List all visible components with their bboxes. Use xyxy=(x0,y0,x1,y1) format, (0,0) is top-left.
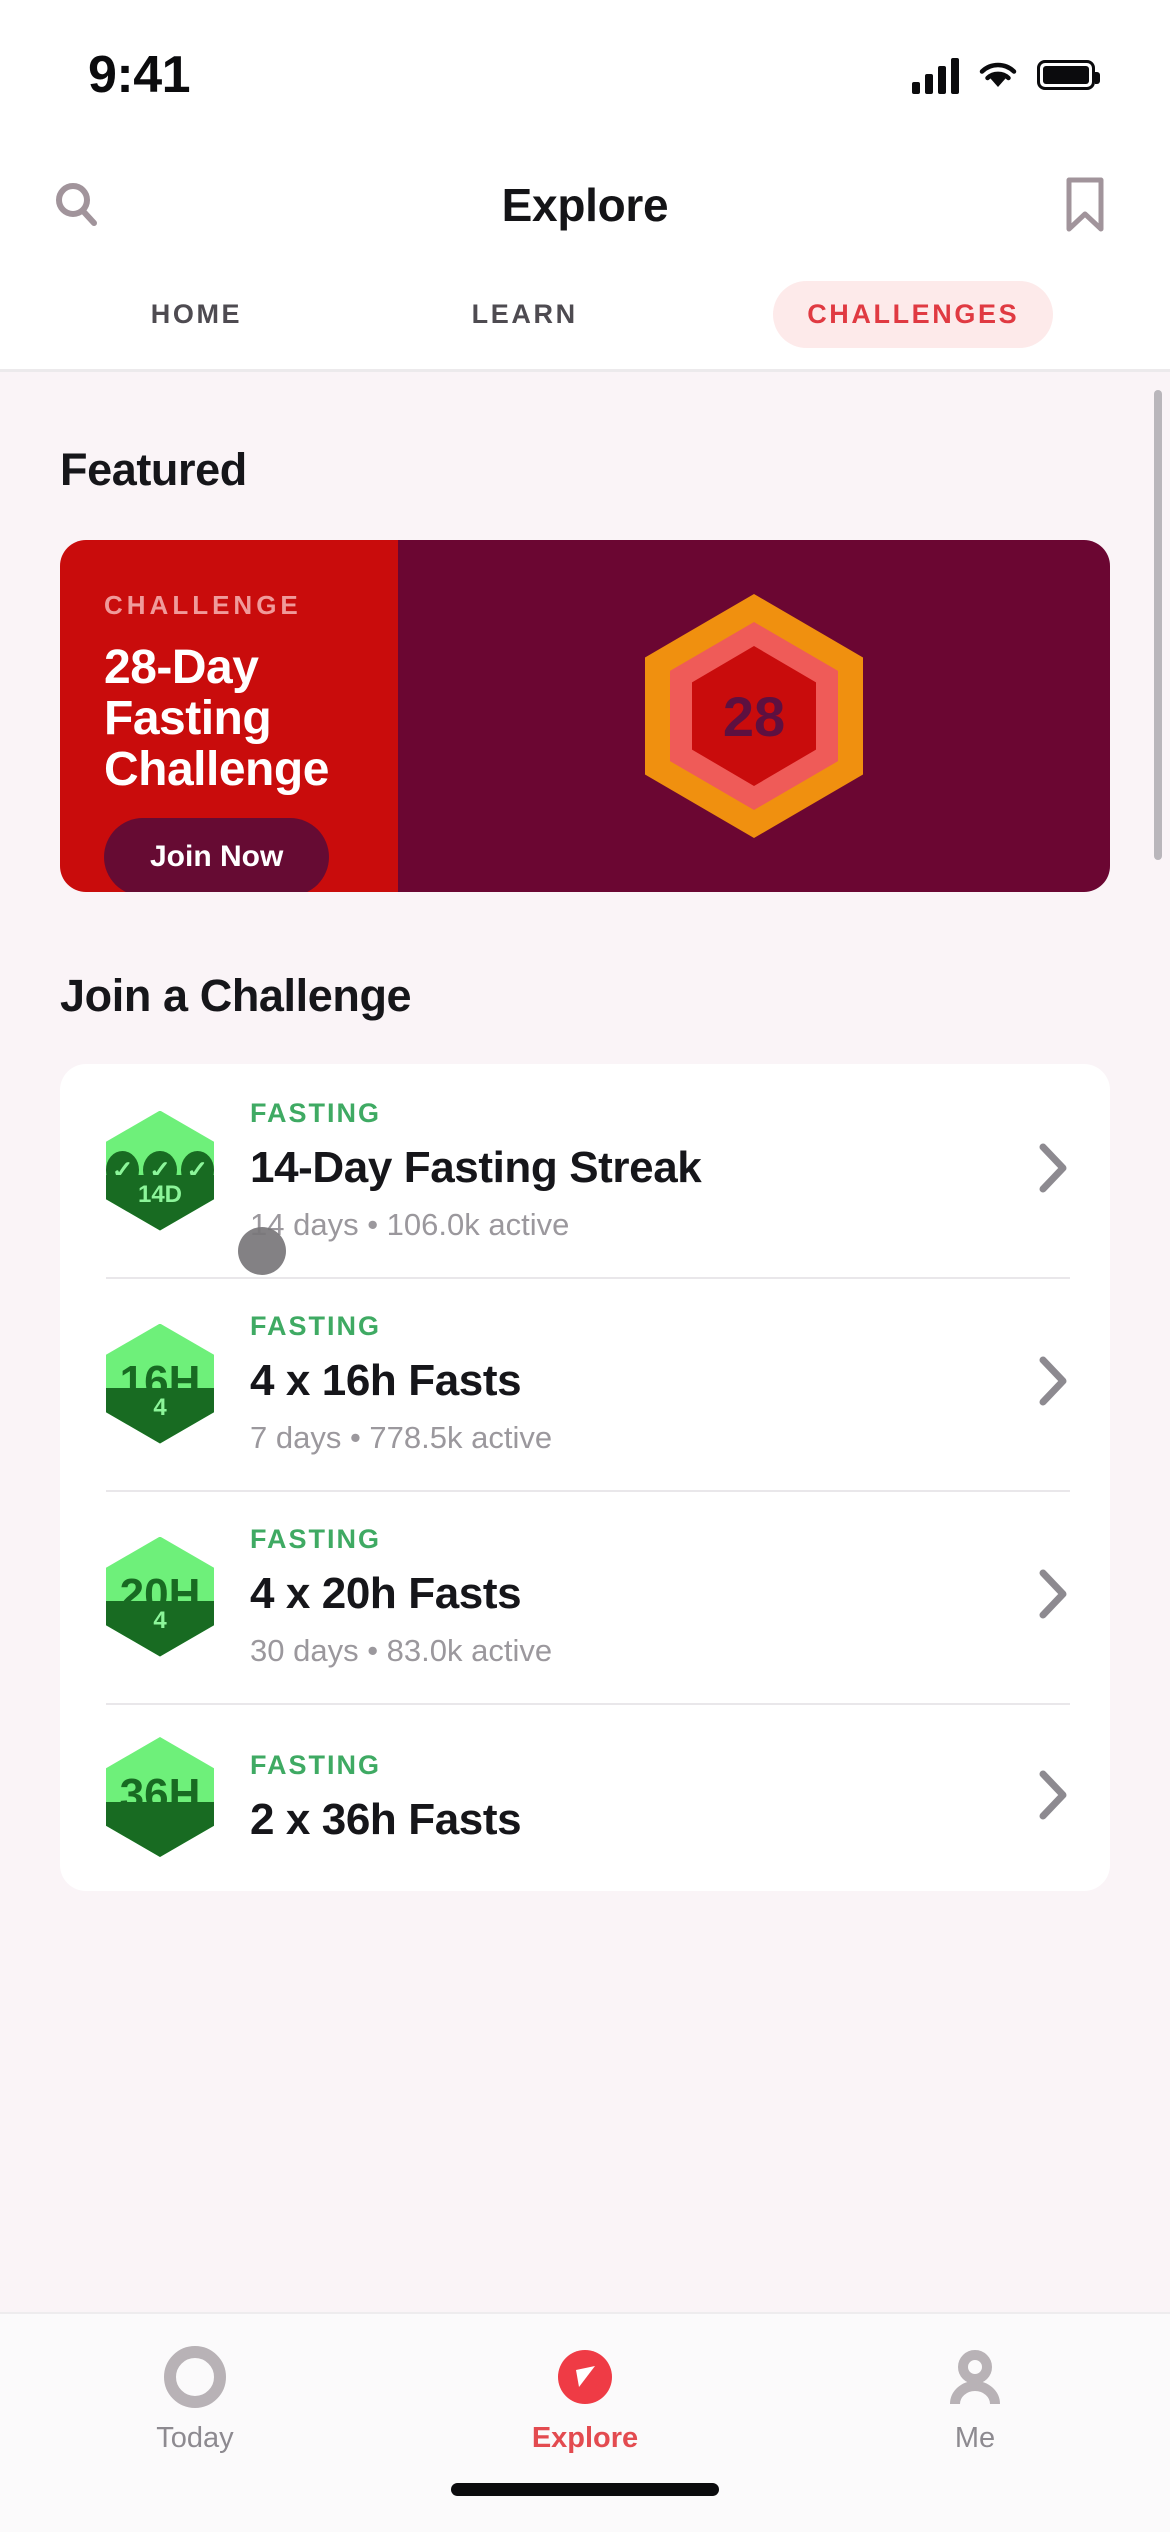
list-item[interactable]: 20H 4 FASTING 4 x 20h Fasts 30 days • 83… xyxy=(60,1490,1110,1703)
bottom-tab-today[interactable]: Today xyxy=(0,2346,390,2455)
wifi-icon xyxy=(979,62,1017,87)
featured-section: Featured CHALLENGE 28-Day Fasting Challe… xyxy=(0,372,1170,892)
home-indicator xyxy=(451,2483,719,2496)
signal-bars-icon xyxy=(912,56,959,94)
battery-full-icon xyxy=(1037,60,1100,90)
featured-card-left: CHALLENGE 28-Day Fasting Challenge Join … xyxy=(60,540,398,892)
bookmark-icon xyxy=(1066,177,1104,232)
list-item-meta: 7 days • 778.5k active xyxy=(250,1420,553,1455)
list-item[interactable]: 16H 4 FASTING 4 x 16h Fasts 7 days • 778… xyxy=(60,1277,1110,1490)
chevron-right-icon[interactable] xyxy=(1036,1567,1070,1626)
chevron-right-icon[interactable] xyxy=(1036,1768,1070,1827)
nav-bar: Explore xyxy=(0,150,1170,260)
featured-challenge-card[interactable]: CHALLENGE 28-Day Fasting Challenge Join … xyxy=(60,540,1110,892)
bookmark-button[interactable] xyxy=(1050,170,1120,240)
bottom-tab-label: Explore xyxy=(531,2422,639,2454)
bottom-tab-label: Me xyxy=(954,2422,996,2454)
scroll-content: Featured CHALLENGE 28-Day Fasting Challe… xyxy=(0,372,1170,2532)
tab-home[interactable]: HOME xyxy=(117,281,276,348)
list-item-text: FASTING 2 x 36h Fasts xyxy=(250,1750,1016,1845)
list-item-text: FASTING 14-Day Fasting Streak 14 days • … xyxy=(250,1098,1016,1243)
list-item-meta: 14 days • 106.0k active xyxy=(250,1207,570,1242)
bottom-tab-label: Today xyxy=(156,2422,234,2454)
challenge-badge-icon: ✓ ✓ ✓ 14D xyxy=(106,1110,214,1231)
tab-challenges[interactable]: CHALLENGES xyxy=(773,281,1054,348)
list-item-title: 14-Day Fasting Streak xyxy=(250,1143,702,1192)
badge-label: 4 xyxy=(153,1607,167,1635)
challenge-badge-icon: 36H xyxy=(106,1737,214,1857)
search-icon xyxy=(56,183,97,226)
badge-footer: 14D xyxy=(106,1175,214,1231)
list-item-text: FASTING 4 x 20h Fasts 30 days • 83.0k ac… xyxy=(250,1524,1016,1669)
status-bar: 9:41 xyxy=(0,0,1170,150)
badge-footer xyxy=(106,1801,214,1857)
chevron-right-icon[interactable] xyxy=(1036,1354,1070,1413)
cursor-indicator xyxy=(238,1227,286,1275)
featured-section-title: Featured xyxy=(60,444,247,495)
join-a-challenge-section: Join a Challenge ✓ ✓ ✓ 14D FASTING 14-Da… xyxy=(0,970,1170,1891)
challenge-list: ✓ ✓ ✓ 14D FASTING 14-Day Fasting Streak … xyxy=(60,1064,1110,1891)
list-item[interactable]: ✓ ✓ ✓ 14D FASTING 14-Day Fasting Streak … xyxy=(60,1064,1110,1277)
join-section-title: Join a Challenge xyxy=(60,970,412,1021)
featured-card-title: 28-Day Fasting Challenge xyxy=(104,641,329,796)
circle-outline-icon xyxy=(164,2346,226,2408)
featured-card-right: 28 xyxy=(398,540,1110,892)
status-time: 9:41 xyxy=(88,46,191,104)
hexagon-badge-number: 28 xyxy=(722,684,786,748)
scrollbar[interactable] xyxy=(1154,390,1162,860)
person-icon xyxy=(950,2350,1000,2405)
list-item-meta: 30 days • 83.0k active xyxy=(250,1633,553,1668)
app-screen: 9:41 Explore HOME LEARN CHALLENGES Featu… xyxy=(0,0,1170,2532)
list-item-title: 4 x 20h Fasts xyxy=(250,1569,522,1618)
join-now-button[interactable]: Join Now xyxy=(104,817,330,892)
list-item-title: 2 x 36h Fasts xyxy=(250,1794,522,1844)
challenge-badge-icon: 16H 4 xyxy=(106,1323,214,1444)
list-item-kicker: FASTING xyxy=(250,1749,382,1780)
list-item-kicker: FASTING xyxy=(250,1311,382,1341)
status-icons xyxy=(912,56,1100,94)
bottom-tab-me[interactable]: Me xyxy=(780,2346,1170,2455)
list-item-kicker: FASTING xyxy=(250,1524,382,1554)
list-item-title: 4 x 16h Fasts xyxy=(250,1356,522,1405)
search-button[interactable] xyxy=(42,170,112,240)
list-item[interactable]: 36H FASTING 2 x 36h Fasts xyxy=(60,1703,1110,1891)
segmented-tabs: HOME LEARN CHALLENGES xyxy=(0,260,1170,372)
badge-footer: 4 xyxy=(106,1601,214,1657)
featured-card-kicker: CHALLENGE xyxy=(104,590,302,620)
page-title: Explore xyxy=(501,179,669,231)
bottom-tab-bar: Today Explore Me xyxy=(0,2312,1170,2532)
list-item-text: FASTING 4 x 16h Fasts 7 days • 778.5k ac… xyxy=(250,1311,1016,1456)
badge-label: 4 xyxy=(153,1394,167,1422)
badge-label: 14D xyxy=(137,1181,183,1209)
chevron-right-icon[interactable] xyxy=(1036,1141,1070,1200)
bottom-tab-explore[interactable]: Explore xyxy=(390,2346,780,2455)
badge-footer: 4 xyxy=(106,1388,214,1444)
challenge-badge-icon: 20H 4 xyxy=(106,1536,214,1657)
tab-learn[interactable]: LEARN xyxy=(438,281,612,348)
list-item-kicker: FASTING xyxy=(250,1098,382,1128)
compass-icon xyxy=(558,2350,612,2404)
hexagon-badge: 28 xyxy=(645,594,863,838)
